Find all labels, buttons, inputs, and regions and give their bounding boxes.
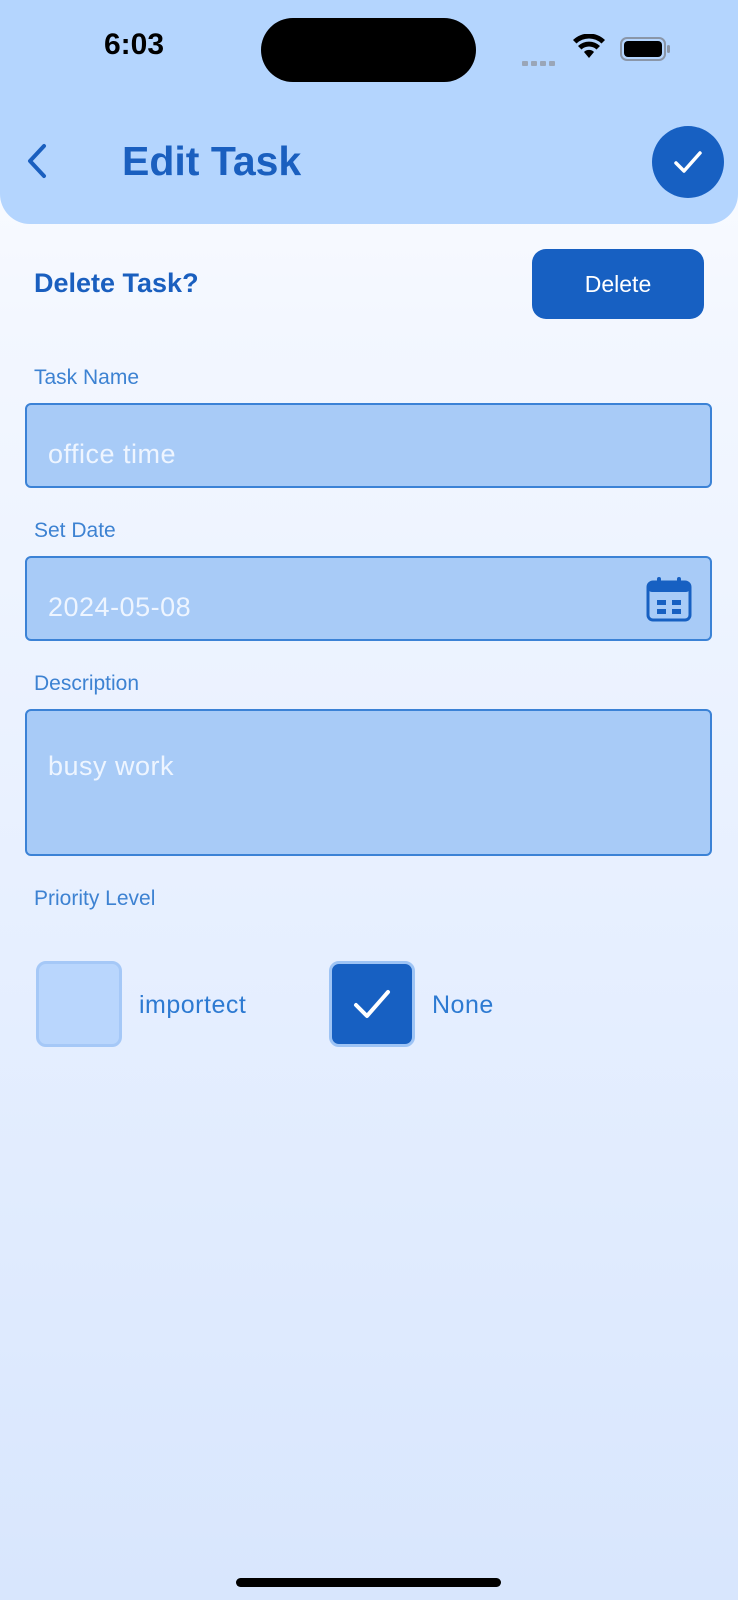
priority-none-checkbox[interactable]: [329, 961, 415, 1047]
task-name-field[interactable]: office time: [25, 403, 712, 488]
set-date-value: 2024-05-08: [48, 592, 192, 622]
delete-task-prompt: Delete Task?: [34, 268, 199, 298]
battery-icon: [620, 37, 670, 61]
status-time: 6:03: [104, 28, 165, 61]
app-header: 6:03 Edit Task: [0, 0, 738, 224]
set-date-field[interactable]: 2024-05-08: [25, 556, 712, 641]
priority-importect-label: importect: [139, 991, 247, 1019]
description-value: busy work: [48, 751, 175, 781]
calendar-icon[interactable]: [646, 576, 692, 622]
save-button[interactable]: [652, 126, 724, 198]
dynamic-island: [261, 18, 476, 82]
page-title: Edit Task: [122, 138, 302, 184]
wifi-icon: [573, 34, 605, 58]
checkmark-icon: [674, 151, 702, 173]
description-field[interactable]: busy work: [25, 709, 712, 856]
set-date-label: Set Date: [34, 519, 116, 542]
cellular-signal-icon: [522, 53, 558, 71]
delete-button[interactable]: Delete: [532, 249, 704, 319]
priority-none-label: None: [432, 991, 494, 1019]
task-name-value: office time: [48, 439, 177, 469]
checkmark-icon: [354, 990, 390, 1018]
back-chevron-icon[interactable]: [24, 140, 50, 182]
task-name-label: Task Name: [34, 366, 140, 389]
priority-level-label: Priority Level: [34, 887, 156, 910]
priority-importect-checkbox[interactable]: [36, 961, 122, 1047]
description-label: Description: [34, 672, 140, 695]
home-indicator[interactable]: [236, 1578, 501, 1587]
